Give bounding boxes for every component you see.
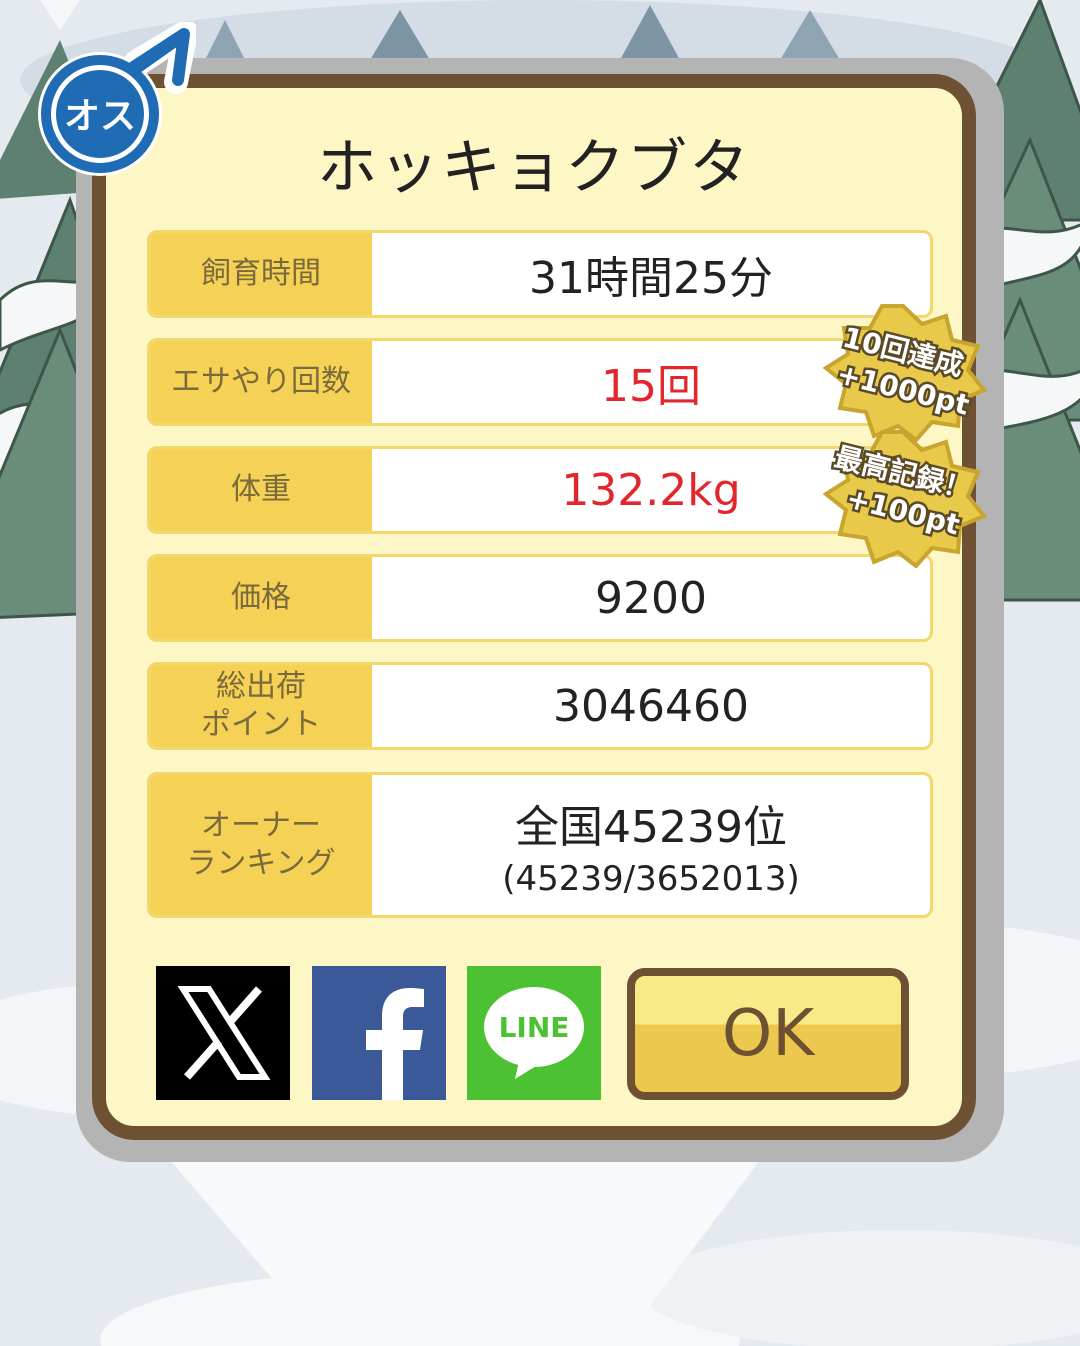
ranking-value: 全国45239位 bbox=[515, 802, 787, 853]
row-label: 価格 bbox=[150, 557, 372, 639]
row-label: 飼育時間 bbox=[150, 233, 372, 315]
row-owner-ranking: オーナー ランキング 全国45239位 (45239/3652013) bbox=[147, 772, 933, 918]
total-points-value: 3046460 bbox=[553, 680, 749, 732]
share-facebook-button[interactable] bbox=[312, 966, 446, 1100]
male-symbol-icon: オス bbox=[38, 20, 198, 176]
row-total-shipping-points: 総出荷 ポイント 3046460 bbox=[147, 662, 933, 750]
row-value: 3046460 bbox=[372, 665, 930, 747]
pig-name-title: ホッキョクブタ bbox=[317, 133, 751, 203]
feed-achievement-badge: 10回達成 +1000pt bbox=[818, 302, 988, 442]
pig-result-dialog: ホッキョクブタ 飼育時間 31時間25分 エサやり回数 15回 体重 132.2… bbox=[92, 74, 976, 1140]
weight-record-badge: 最高記録！ +100pt bbox=[818, 428, 988, 568]
row-price: 価格 9200 bbox=[147, 554, 933, 642]
male-badge: オス bbox=[36, 20, 198, 182]
row-value: 全国45239位 (45239/3652013) bbox=[372, 775, 930, 915]
gender-label: オス bbox=[64, 96, 136, 137]
row-weight: 体重 132.2kg bbox=[147, 446, 933, 534]
facebook-logo-icon bbox=[366, 988, 424, 1100]
ok-button[interactable]: OK bbox=[627, 968, 909, 1100]
line-logo-icon: LINE bbox=[484, 987, 584, 1079]
row-label: オーナー ランキング bbox=[150, 775, 372, 915]
row-breeding-time: 飼育時間 31時間25分 bbox=[147, 230, 933, 318]
row-value: 9200 bbox=[372, 557, 930, 639]
line-logo-text: LINE bbox=[499, 1011, 570, 1044]
row-label: エサやり回数 bbox=[150, 341, 372, 423]
x-logo-icon bbox=[177, 986, 271, 1080]
row-feed-count: エサやり回数 15回 bbox=[147, 338, 933, 426]
row-label: 体重 bbox=[150, 449, 372, 531]
weight-value: 132.2kg bbox=[561, 464, 741, 516]
share-line-button[interactable]: LINE bbox=[467, 966, 601, 1100]
row-label: 総出荷 ポイント bbox=[150, 665, 372, 747]
share-x-button[interactable] bbox=[156, 966, 290, 1100]
price-value: 9200 bbox=[595, 572, 707, 624]
ranking-detail: (45239/3652013) bbox=[502, 859, 800, 899]
breeding-time-value: 31時間25分 bbox=[529, 253, 773, 304]
feed-count-value: 15回 bbox=[601, 361, 701, 412]
